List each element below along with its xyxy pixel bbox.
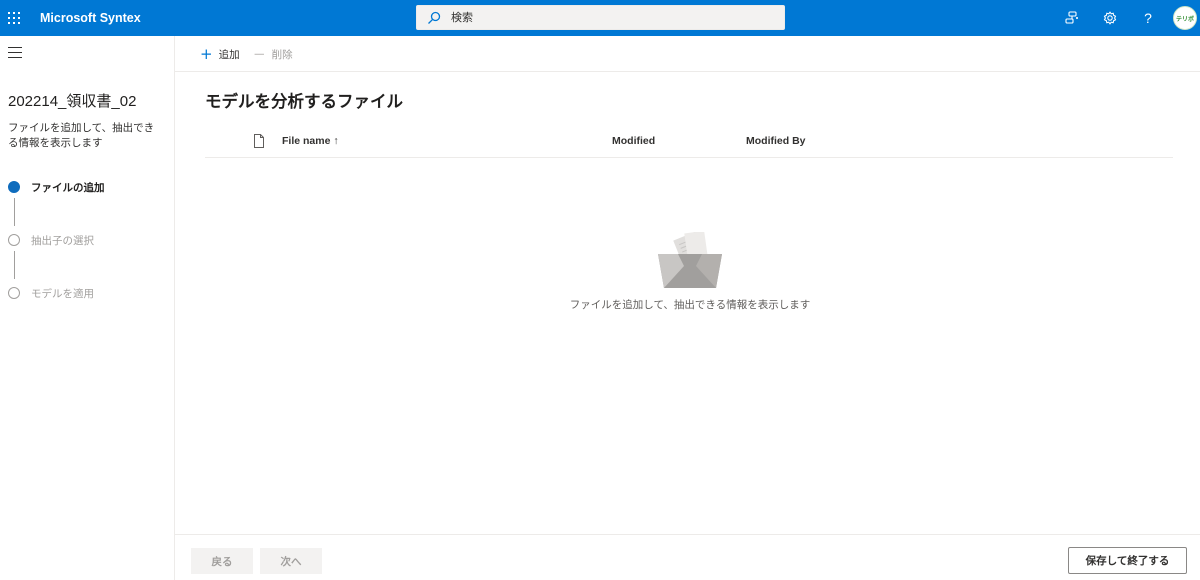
- step-indicator-active: [8, 181, 20, 193]
- search-input[interactable]: [451, 6, 771, 29]
- model-name: 202214_領収書_02: [8, 93, 137, 110]
- command-bar: + 追加 − 削除: [175, 36, 1200, 72]
- plus-icon: +: [200, 45, 213, 63]
- settings-icon: [1103, 11, 1117, 25]
- share-icon: [1065, 11, 1078, 24]
- share-button[interactable]: [1060, 6, 1084, 30]
- add-button[interactable]: + 追加: [200, 36, 240, 72]
- model-description: ファイルを追加して、抽出できる情報を表示します: [8, 122, 155, 149]
- step-connector: [14, 251, 15, 279]
- hamburger-icon-line: [8, 57, 22, 58]
- avatar[interactable]: テリボ: [1173, 6, 1197, 30]
- menu-toggle-button[interactable]: [8, 47, 22, 59]
- search-icon: [428, 11, 441, 24]
- empty-state-message: ファイルを追加して、抽出できる情報を表示します: [569, 299, 811, 311]
- help-icon: ?: [1144, 10, 1152, 26]
- app-title[interactable]: Microsoft Syntex: [40, 0, 141, 36]
- file-list-header: File name ↑ Modified Modified By: [205, 124, 1173, 158]
- minus-icon: −: [253, 45, 266, 63]
- left-pane: 202214_領収書_02 ファイルを追加して、抽出できる情報を表示します ファ…: [0, 36, 175, 580]
- help-button[interactable]: ?: [1136, 6, 1160, 30]
- next-button[interactable]: 次へ: [260, 548, 322, 574]
- top-bar: Microsoft Syntex ? テリボ: [0, 0, 1200, 36]
- footer-bar: 戻る 次へ 保存して終了する: [175, 534, 1200, 580]
- avatar-text: テリボ: [1175, 15, 1194, 23]
- step-label: モデルを適用: [31, 288, 94, 300]
- apps-icon: [8, 12, 20, 24]
- step-indicator: [8, 287, 20, 299]
- step-label: ファイルの追加: [31, 182, 105, 194]
- hamburger-icon-line: [8, 47, 22, 48]
- step-indicator: [8, 234, 20, 246]
- add-label: 追加: [218, 48, 240, 61]
- delete-label: 削除: [271, 48, 293, 61]
- step-connector: [14, 198, 15, 226]
- back-button[interactable]: 戻る: [191, 548, 253, 574]
- page-title: モデルを分析するファイル: [205, 92, 403, 111]
- search-box[interactable]: [416, 5, 785, 30]
- hamburger-icon-line: [8, 52, 22, 53]
- step-add-files[interactable]: ファイルの追加: [8, 179, 168, 195]
- step-label: 抽出子の選択: [31, 235, 94, 247]
- delete-button[interactable]: − 削除: [253, 36, 293, 72]
- step-apply-model[interactable]: モデルを適用: [8, 285, 168, 301]
- file-type-icon[interactable]: [253, 134, 265, 148]
- column-modified[interactable]: Modified: [612, 124, 655, 158]
- empty-folder-icon: [658, 232, 722, 288]
- settings-button[interactable]: [1098, 6, 1122, 30]
- column-modified-by[interactable]: Modified By: [746, 124, 806, 158]
- save-and-exit-button[interactable]: 保存して終了する: [1068, 547, 1187, 574]
- app-launcher-button[interactable]: [0, 0, 29, 36]
- column-file-name[interactable]: File name ↑: [282, 124, 339, 158]
- step-select-extractors[interactable]: 抽出子の選択: [8, 232, 168, 248]
